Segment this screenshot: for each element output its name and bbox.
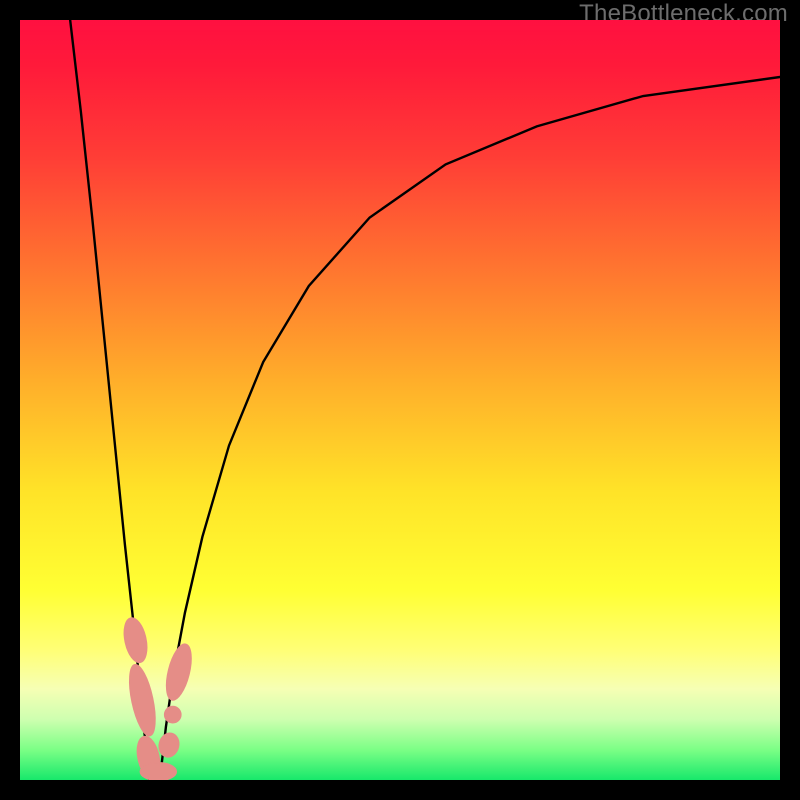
marker-group	[120, 616, 196, 780]
right-cluster-low-marker	[156, 731, 181, 759]
right-dot-marker	[164, 706, 181, 723]
bottom-pill-marker	[140, 763, 176, 780]
plot-area	[20, 20, 780, 780]
chart-svg	[20, 20, 780, 780]
chart-frame: TheBottleneck.com	[0, 0, 800, 800]
right-branch-curve	[160, 77, 780, 780]
right-cluster-top-marker	[162, 641, 197, 702]
left-cluster-top-marker	[120, 616, 150, 665]
left-cluster-mid-marker	[124, 662, 160, 738]
